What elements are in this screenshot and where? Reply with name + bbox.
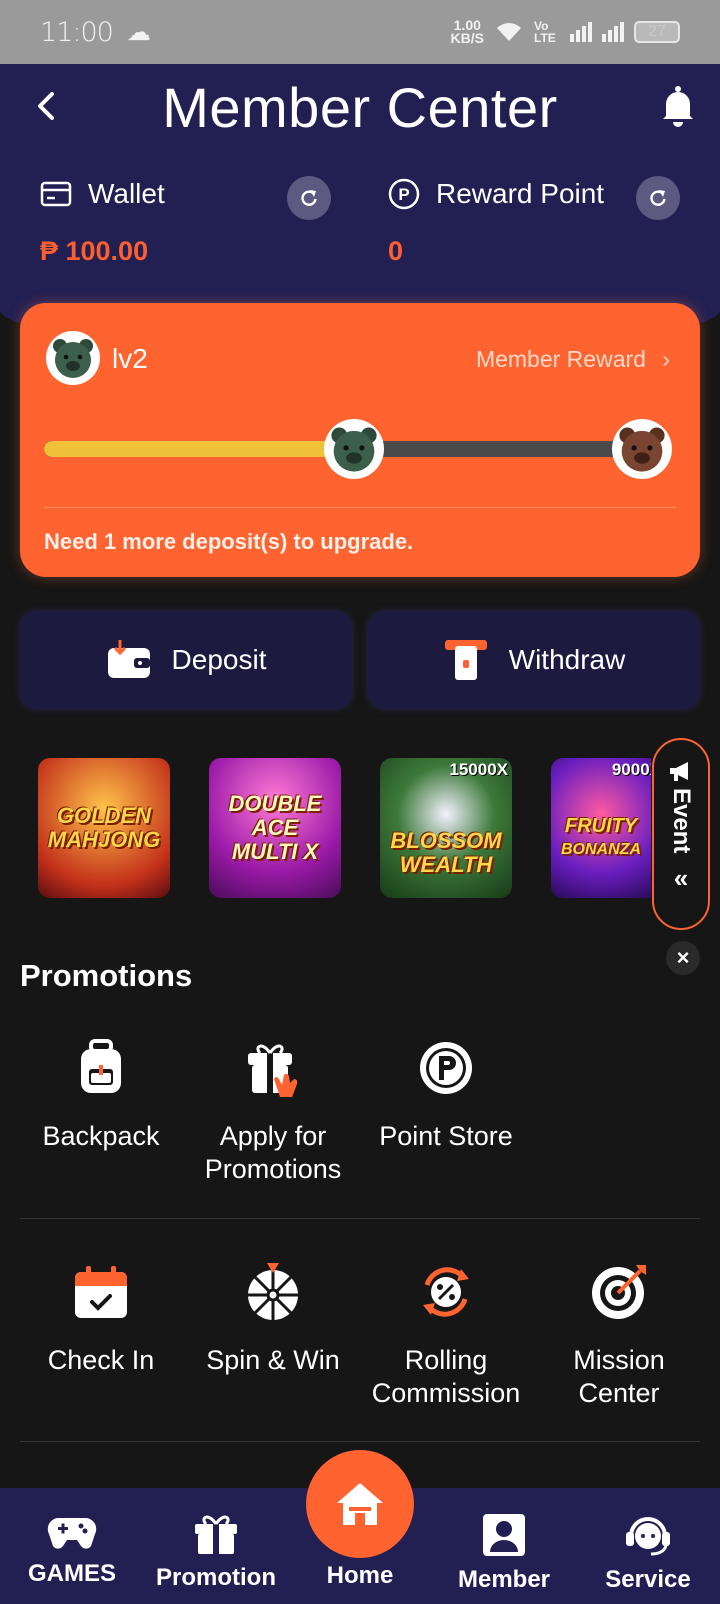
battery-icon: 27 <box>634 21 680 43</box>
nav-member[interactable]: Member <box>432 1488 576 1604</box>
promo-label: Check In <box>47 1345 155 1375</box>
game-title: BLOSSOM WEALTH <box>390 828 502 877</box>
percent-cycle-icon <box>416 1262 476 1322</box>
event-label: Event <box>668 788 695 854</box>
page-title: Member Center <box>162 75 558 139</box>
gamepad-icon <box>47 1517 97 1549</box>
promo-mission-center[interactable]: Mission Center <box>534 1262 704 1410</box>
reward-refresh-button[interactable] <box>636 176 680 220</box>
home-icon <box>337 1483 383 1525</box>
nav-label: Promotion <box>156 1564 276 1591</box>
event-close-button[interactable]: × <box>666 941 700 975</box>
signal-icon-2 <box>602 22 624 42</box>
game-tile-blossom-wealth[interactable]: 15000X BLOSSOM WEALTH <box>380 758 512 898</box>
game-tile-golden-mahjong[interactable]: GOLDEN MAHJONG <box>38 758 170 898</box>
volte-label: Vo LTE <box>534 19 556 45</box>
game-title: GOLDEN MAHJONG <box>47 803 161 852</box>
event-side-tab[interactable]: Event « <box>652 738 710 930</box>
next-level-bear-icon <box>612 419 672 479</box>
chevron-right-icon: › <box>662 346 670 372</box>
wallet-label: Wallet <box>88 178 165 209</box>
promo-label: Rolling Commission <box>371 1345 521 1408</box>
game-tile-double-ace[interactable]: DOUBLE ACE MULTI X <box>209 758 341 898</box>
nav-label: Service <box>605 1566 691 1593</box>
point-icon: P <box>388 178 420 210</box>
nav-games[interactable]: GAMES <box>0 1488 144 1604</box>
upgrade-hint: Need 1 more deposit(s) to upgrade. <box>44 529 414 554</box>
promo-rolling-commission[interactable]: Rolling Commission <box>361 1262 531 1410</box>
withdraw-atm-icon <box>444 640 487 680</box>
promo-label: Spin & Win <box>206 1345 340 1375</box>
member-reward-link[interactable]: Member Reward › <box>476 346 670 373</box>
status-time: 11:00 <box>40 16 114 48</box>
level-label: lv2 <box>112 343 148 374</box>
wallet-card-icon <box>40 181 72 207</box>
promotions-title: Promotions <box>20 958 193 993</box>
backpack-icon <box>71 1038 131 1098</box>
game-multiplier-badge: 15000X <box>449 760 508 779</box>
promo-check-in[interactable]: Check In <box>16 1262 186 1377</box>
game-tile-fruity-bonanza[interactable]: 9000X FRUITY BONANZA <box>551 758 651 898</box>
section-divider <box>20 1441 700 1442</box>
refresh-icon <box>301 190 317 206</box>
target-icon <box>589 1262 649 1322</box>
home-fab-button[interactable] <box>306 1450 414 1558</box>
withdraw-label: Withdraw <box>508 644 626 675</box>
game-title: DOUBLE ACE MULTI X <box>228 791 322 864</box>
status-bar: 11:00 ☁ 1.00 KB/S Vo LTE 27 <box>0 0 720 64</box>
card-divider <box>44 507 676 508</box>
cloud-icon: ☁ <box>126 18 151 46</box>
withdraw-button[interactable]: Withdraw <box>368 611 700 709</box>
gift-hand-icon <box>243 1038 303 1098</box>
calendar-check-icon <box>71 1262 131 1322</box>
section-divider <box>20 1218 700 1219</box>
promo-label: Apply for Promotions <box>204 1121 342 1184</box>
vip-level-card: lv2 Member Reward › Need 1 more deposit(… <box>20 303 700 577</box>
headset-support-icon <box>626 1517 670 1556</box>
deposit-wallet-icon <box>107 640 150 678</box>
svg-text:P: P <box>398 185 409 204</box>
wallet-header: Wallet <box>40 178 165 210</box>
point-p-icon <box>416 1038 476 1098</box>
wallet-amount: ₱ 100.00 <box>40 236 149 266</box>
game-title: FRUITY BONANZA <box>561 815 641 858</box>
double-chevron-left-icon: « <box>673 863 689 894</box>
deposit-label: Deposit <box>171 644 267 675</box>
deposit-button[interactable]: Deposit <box>20 611 352 709</box>
reward-label: Reward Point <box>436 178 605 209</box>
promo-label: Backpack <box>42 1121 160 1151</box>
promo-spin-and-win[interactable]: Spin & Win <box>188 1262 358 1377</box>
promo-label: Mission Center <box>573 1345 665 1408</box>
megaphone-icon <box>670 762 688 781</box>
current-level-bear-icon <box>324 419 384 479</box>
promo-point-store[interactable]: Point Store <box>361 1038 531 1153</box>
promo-label: Point Store <box>379 1121 513 1151</box>
promo-apply-for-promotions[interactable]: Apply for Promotions <box>188 1038 358 1186</box>
nav-label: Home <box>326 1562 394 1589</box>
wallet-refresh-button[interactable] <box>287 176 331 220</box>
app-header: Member Center <box>0 64 720 150</box>
nav-promotion[interactable]: Promotion <box>144 1488 288 1604</box>
nav-label: GAMES <box>27 1560 116 1587</box>
bell-icon[interactable] <box>658 84 698 128</box>
level-progress-fill <box>44 441 352 457</box>
nav-service[interactable]: Service <box>576 1488 720 1604</box>
status-icons: 1.00 KB/S Vo LTE 27 <box>450 17 680 46</box>
promo-backpack[interactable]: Backpack <box>16 1038 186 1153</box>
network-speed: 1.00 KB/S <box>450 17 484 46</box>
nav-label: Member <box>457 1566 551 1593</box>
gift-icon <box>195 1515 237 1554</box>
member-profile-icon <box>483 1514 525 1556</box>
game-multiplier-badge: 9000X <box>611 760 651 779</box>
reward-amount: 0 <box>388 236 404 266</box>
refresh-icon <box>650 190 666 206</box>
signal-icon <box>570 22 592 42</box>
back-arrow-icon[interactable] <box>30 86 66 126</box>
bear-avatar-icon <box>46 331 100 385</box>
wifi-icon <box>497 23 521 41</box>
wheel-icon <box>243 1262 303 1322</box>
reward-header: P Reward Point <box>388 178 604 210</box>
